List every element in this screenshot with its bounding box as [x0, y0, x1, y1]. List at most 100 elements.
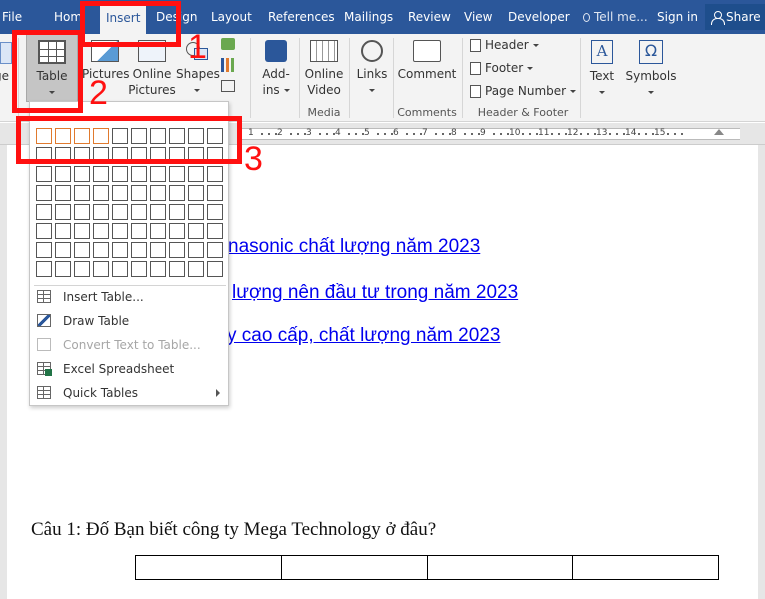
- grid-cell[interactable]: [36, 223, 52, 239]
- sign-in-link[interactable]: Sign in: [657, 0, 698, 34]
- symbols-button[interactable]: Ω Symbols: [624, 40, 678, 100]
- grid-cell[interactable]: [93, 166, 109, 182]
- grid-cell[interactable]: [74, 223, 90, 239]
- table-cell[interactable]: [426, 555, 574, 580]
- quick-tables-menu-item[interactable]: Quick Tables: [34, 381, 226, 405]
- grid-cell[interactable]: [55, 223, 71, 239]
- grid-cell[interactable]: [74, 204, 90, 220]
- grid-cell[interactable]: [55, 261, 71, 277]
- tab-developer[interactable]: Developer: [508, 0, 570, 34]
- grid-cell[interactable]: [131, 185, 147, 201]
- grid-cell[interactable]: [207, 261, 223, 277]
- footer-button[interactable]: Footer: [470, 60, 534, 76]
- grid-cell[interactable]: [74, 242, 90, 258]
- grid-cell[interactable]: [93, 185, 109, 201]
- grid-cell[interactable]: [93, 204, 109, 220]
- grid-cell[interactable]: [36, 261, 52, 277]
- grid-cell[interactable]: [150, 223, 166, 239]
- text-button[interactable]: A Text: [584, 40, 620, 100]
- tab-layout[interactable]: Layout: [211, 0, 252, 34]
- screenshot-icon[interactable]: [221, 80, 235, 92]
- grid-cell[interactable]: [131, 242, 147, 258]
- grid-cell[interactable]: [93, 261, 109, 277]
- excel-spreadsheet-menu-item[interactable]: Excel Spreadsheet: [34, 357, 226, 381]
- grid-cell[interactable]: [112, 242, 128, 258]
- grid-cell[interactable]: [150, 261, 166, 277]
- document-link[interactable]: nasonic chất lượng năm 2023: [228, 236, 480, 258]
- grid-cell[interactable]: [55, 242, 71, 258]
- grid-cell[interactable]: [150, 204, 166, 220]
- online-pictures-button[interactable]: Online Pictures: [128, 40, 176, 98]
- tab-mailings[interactable]: Mailings: [344, 0, 393, 34]
- table-cell[interactable]: [280, 555, 428, 580]
- tab-home[interactable]: Hom: [54, 0, 82, 34]
- online-video-button[interactable]: Online Video: [302, 40, 346, 98]
- table-cell[interactable]: [572, 555, 719, 580]
- grid-cell[interactable]: [169, 185, 185, 201]
- grid-cell[interactable]: [131, 204, 147, 220]
- grid-cell[interactable]: [207, 223, 223, 239]
- draw-table-menu-item[interactable]: Draw Table: [34, 309, 226, 333]
- grid-cell[interactable]: [93, 242, 109, 258]
- grid-cell[interactable]: [150, 166, 166, 182]
- grid-cell[interactable]: [36, 185, 52, 201]
- grid-cell[interactable]: [112, 185, 128, 201]
- document-table[interactable]: [135, 555, 719, 580]
- tell-me-search[interactable]: Tell me...: [583, 0, 648, 34]
- document-link[interactable]: y cao cấp, chất lượng năm 2023: [227, 325, 500, 347]
- grid-cell[interactable]: [207, 185, 223, 201]
- grid-cell[interactable]: [169, 261, 185, 277]
- links-button[interactable]: Links: [352, 40, 392, 98]
- grid-cell[interactable]: [55, 185, 71, 201]
- ruler-tick: [406, 133, 408, 135]
- grid-cell[interactable]: [93, 223, 109, 239]
- grid-cell[interactable]: [207, 204, 223, 220]
- grid-cell[interactable]: [188, 204, 204, 220]
- grid-cell[interactable]: [112, 166, 128, 182]
- grid-cell[interactable]: [169, 166, 185, 182]
- tab-references[interactable]: References: [268, 0, 335, 34]
- right-indent-marker[interactable]: [714, 129, 724, 135]
- grid-cell[interactable]: [55, 166, 71, 182]
- chevron-down-icon: [648, 91, 654, 94]
- tab-view[interactable]: View: [464, 0, 492, 34]
- pencil-icon: [37, 314, 51, 327]
- grid-cell[interactable]: [112, 223, 128, 239]
- grid-cell[interactable]: [169, 223, 185, 239]
- grid-cell[interactable]: [188, 166, 204, 182]
- tab-file[interactable]: File: [2, 0, 22, 34]
- grid-cell[interactable]: [188, 242, 204, 258]
- grid-cell[interactable]: [112, 261, 128, 277]
- insert-table-menu-item[interactable]: Insert Table...: [34, 285, 226, 309]
- grid-cell[interactable]: [150, 242, 166, 258]
- page-number-button[interactable]: Page Number: [470, 83, 576, 99]
- grid-cell[interactable]: [131, 261, 147, 277]
- tab-review[interactable]: Review: [408, 0, 451, 34]
- table-cell[interactable]: [135, 555, 282, 580]
- document-link[interactable]: lượng nên đầu tư trong năm 2023: [232, 282, 518, 304]
- share-button[interactable]: Share: [705, 4, 765, 30]
- grid-cell[interactable]: [131, 223, 147, 239]
- grid-cell[interactable]: [169, 242, 185, 258]
- grid-cell[interactable]: [188, 185, 204, 201]
- grid-cell[interactable]: [150, 185, 166, 201]
- grid-cell[interactable]: [74, 166, 90, 182]
- grid-cell[interactable]: [112, 204, 128, 220]
- smartart-icon[interactable]: [221, 38, 235, 50]
- grid-cell[interactable]: [36, 166, 52, 182]
- header-button[interactable]: Header: [470, 37, 539, 53]
- grid-cell[interactable]: [55, 204, 71, 220]
- grid-cell[interactable]: [131, 166, 147, 182]
- grid-cell[interactable]: [207, 242, 223, 258]
- grid-cell[interactable]: [188, 223, 204, 239]
- grid-cell[interactable]: [169, 204, 185, 220]
- grid-cell[interactable]: [207, 166, 223, 182]
- add-ins-button[interactable]: Add- ins: [256, 40, 296, 98]
- comment-button[interactable]: Comment: [396, 40, 458, 82]
- grid-cell[interactable]: [36, 242, 52, 258]
- grid-cell[interactable]: [36, 204, 52, 220]
- grid-cell[interactable]: [74, 185, 90, 201]
- grid-cell[interactable]: [188, 261, 204, 277]
- chart-icon[interactable]: [221, 58, 235, 72]
- grid-cell[interactable]: [74, 261, 90, 277]
